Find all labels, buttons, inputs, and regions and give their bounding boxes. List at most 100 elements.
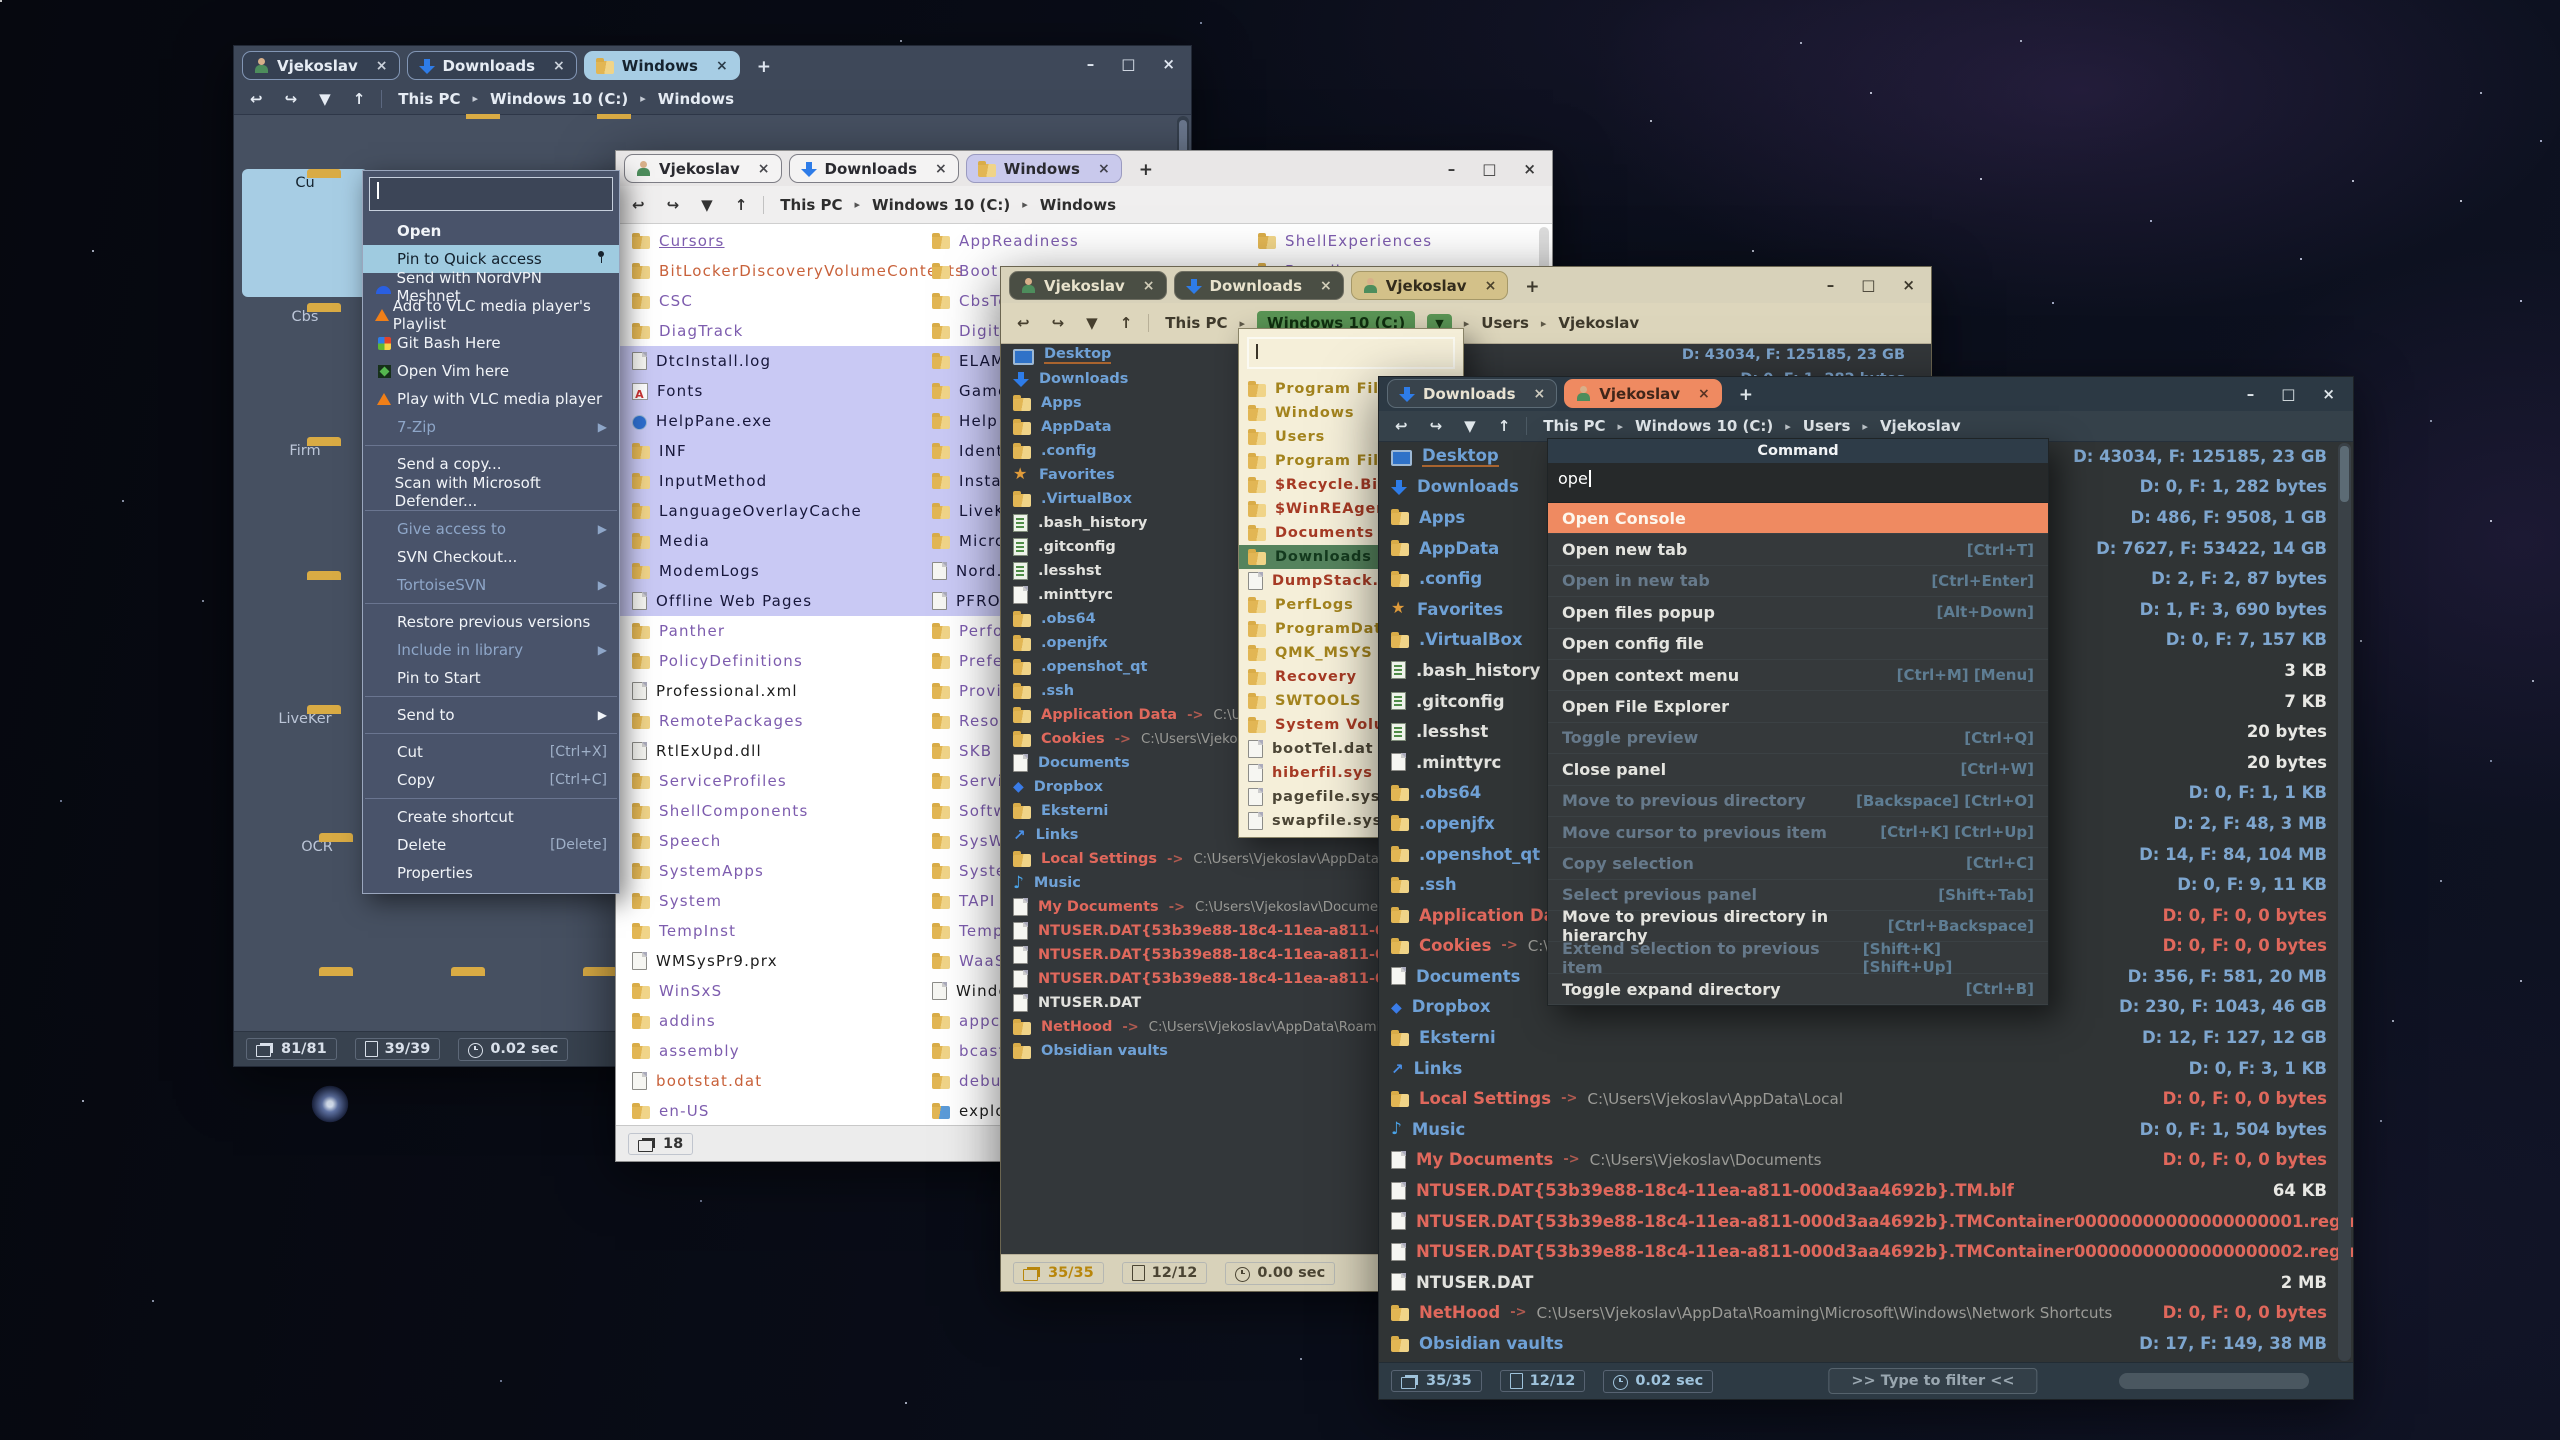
menu-item-open-vim-here[interactable]: Open Vim here [363, 357, 619, 385]
folder-tile-cbs[interactable]: Cbs [242, 303, 368, 431]
up-icon[interactable]: ↑ [1498, 417, 1511, 435]
file-row-my-documents[interactable]: My Documents->C:\Users\Vjekoslav\Documen… [1379, 1145, 2353, 1176]
back-icon[interactable]: ↩ [250, 90, 263, 108]
menu-item-play-with-vlc-media-player[interactable]: Play with VLC media player [363, 385, 619, 413]
breadcrumb-this-pc[interactable]: This PC [1543, 417, 1605, 435]
file-row[interactable]: Offline Web Pages [618, 586, 918, 616]
context-menu-filter-input[interactable] [369, 177, 613, 211]
window-minimize-button[interactable]: – [1827, 276, 1835, 294]
forward-icon[interactable]: ↪ [667, 196, 680, 214]
menu-item-include-in-library[interactable]: Include in library▶ [363, 636, 619, 664]
back-icon[interactable]: ↩ [1395, 417, 1408, 435]
scroll-indicator[interactable] [2119, 1373, 2309, 1389]
window-close-button[interactable]: × [1902, 276, 1915, 294]
window-minimize-button[interactable]: – [1087, 55, 1095, 73]
tab-vjekoslav[interactable]: Vjekoslav× [624, 154, 782, 183]
tab-downloads[interactable]: Downloads× [1387, 379, 1557, 408]
close-icon[interactable]: × [1143, 278, 1155, 294]
window-maximize-button[interactable]: □ [2281, 385, 2295, 403]
palette-item-open-files-popup[interactable]: Open files popup[Alt+Down] [1548, 597, 2048, 628]
close-icon[interactable]: × [1485, 278, 1497, 294]
folder-tile-firm[interactable]: Firm [242, 437, 368, 565]
forward-icon[interactable]: ↪ [1430, 417, 1443, 435]
close-icon[interactable]: × [376, 58, 388, 74]
file-row-ntuser-dat-53b39e88-18c4-11ea-a811-000d3aa4692b-tm-blf[interactable]: NTUSER.DAT{53b39e88-18c4-11ea-a811-000d3… [1379, 1175, 2353, 1206]
tab-windows[interactable]: Windows× [966, 154, 1122, 183]
file-row[interactable]: Speech [618, 826, 918, 856]
file-row[interactable]: en-US [618, 1096, 918, 1126]
new-tab-button[interactable]: + [1129, 160, 1163, 180]
file-row[interactable]: DtcInstall.log [618, 346, 918, 376]
menu-item-tortoisesvn[interactable]: TortoiseSVN▶ [363, 571, 619, 599]
close-icon[interactable]: × [935, 161, 947, 177]
file-row[interactable]: ShellComponents [618, 796, 918, 826]
file-row[interactable]: HelpPane.exe [618, 406, 918, 436]
menu-item-create-shortcut[interactable]: Create shortcut [363, 803, 619, 831]
palette-item-open-new-tab[interactable]: Open new tab[Ctrl+T] [1548, 534, 2048, 565]
tab-downloads[interactable]: Downloads× [407, 51, 577, 80]
tab-vjekoslav[interactable]: Vjekoslav× [242, 51, 400, 80]
file-row[interactable]: Media [618, 526, 918, 556]
file-row[interactable]: Panther [618, 616, 918, 646]
breadcrumb-this-pc[interactable]: This PC [780, 196, 842, 214]
palette-item-open-config-file[interactable]: Open config file [1548, 629, 2048, 660]
history-icon[interactable]: ▼ [701, 196, 713, 214]
palette-item-copy-selection[interactable]: Copy selection[Ctrl+C] [1548, 848, 2048, 879]
breadcrumb-windows[interactable]: Windows [1040, 196, 1116, 214]
window-minimize-button[interactable]: – [2247, 385, 2255, 403]
palette-item-open-file-explorer[interactable]: Open File Explorer [1548, 691, 2048, 722]
file-row[interactable]: CSC [618, 286, 918, 316]
menu-item-properties[interactable]: Properties [363, 859, 619, 887]
window-maximize-button[interactable]: □ [1861, 276, 1875, 294]
breadcrumb-windows-10-c[interactable]: Windows 10 (C:) [1635, 417, 1773, 435]
file-row[interactable]: assembly [618, 1036, 918, 1066]
palette-item-open-context-menu[interactable]: Open context menu[Ctrl+M] [Menu] [1548, 660, 2048, 691]
back-icon[interactable]: ↩ [632, 196, 645, 214]
menu-item-7-zip[interactable]: 7-Zip▶ [363, 413, 619, 441]
menu-item-delete[interactable]: Delete[Delete] [363, 831, 619, 859]
file-row[interactable]: ModemLogs [618, 556, 918, 586]
file-row[interactable]: BitLockerDiscoveryVolumeContents [618, 256, 918, 286]
breadcrumb-vjekoslav[interactable]: Vjekoslav [1558, 314, 1639, 332]
close-icon[interactable]: × [758, 161, 770, 177]
breadcrumb-windows-10-c[interactable]: Windows 10 (C:) [872, 196, 1010, 214]
menu-item-git-bash-here[interactable]: Git Bash Here [363, 329, 619, 357]
file-row[interactable]: System [618, 886, 918, 916]
menu-item-svn-checkout[interactable]: SVN Checkout... [363, 543, 619, 571]
tab-windows[interactable]: Windows× [584, 51, 740, 80]
up-icon[interactable]: ↑ [735, 196, 748, 214]
menu-item-open[interactable]: Open [363, 217, 619, 245]
file-row-eksterni[interactable]: EksterniD: 12, F: 127, 12 GB [1379, 1022, 2353, 1053]
file-row[interactable]: SystemApps [618, 856, 918, 886]
back-icon[interactable]: ↩ [1017, 314, 1030, 332]
window-close-button[interactable]: × [2322, 385, 2335, 403]
folder-tile-cu[interactable]: Cu [242, 169, 368, 297]
up-icon[interactable]: ↑ [1120, 314, 1133, 332]
close-icon[interactable]: × [553, 58, 565, 74]
close-icon[interactable]: × [1698, 386, 1710, 402]
scrollbar[interactable] [2338, 443, 2351, 1361]
file-row-links[interactable]: LinksD: 0, F: 3, 1 KB [1379, 1053, 2353, 1084]
palette-item-move-cursor-to-previous-item[interactable]: Move cursor to previous item[Ctrl+K] [Ct… [1548, 817, 2048, 848]
folder-tile[interactable] [242, 571, 368, 699]
history-icon[interactable]: ▼ [1086, 314, 1098, 332]
file-row[interactable]: ServiceProfiles [618, 766, 918, 796]
menu-item-scan-with-microsoft-defender[interactable]: Scan with Microsoft Defender... [363, 478, 619, 506]
menu-item-send-to[interactable]: Send to▶ [363, 701, 619, 729]
tab-vjekoslav[interactable]: Vjekoslav× [1351, 271, 1509, 300]
file-row[interactable]: INF [618, 436, 918, 466]
palette-item-toggle-preview[interactable]: Toggle preview[Ctrl+Q] [1548, 723, 2048, 754]
window-close-button[interactable]: × [1162, 55, 1175, 73]
folder-tile-liveker[interactable]: LiveKer [242, 705, 368, 833]
up-icon[interactable]: ↑ [353, 90, 366, 108]
file-row-obsidian-vaults[interactable]: Obsidian vaultsD: 17, F: 149, 38 MB [1379, 1328, 2353, 1359]
menu-item-add-to-vlc-media-player-s-playlist[interactable]: Add to VLC media player's Playlist [363, 301, 619, 329]
file-row[interactable]: RtlExUpd.dll [618, 736, 918, 766]
folder-tile[interactable] [254, 967, 380, 1032]
file-row[interactable]: RemotePackages [618, 706, 918, 736]
menu-item-pin-to-start[interactable]: Pin to Start [363, 664, 619, 692]
close-icon[interactable]: × [716, 58, 728, 74]
file-row[interactable]: TempInst [618, 916, 918, 946]
file-row[interactable]: LanguageOverlayCache [618, 496, 918, 526]
tab-downloads[interactable]: Downloads× [1174, 271, 1344, 300]
